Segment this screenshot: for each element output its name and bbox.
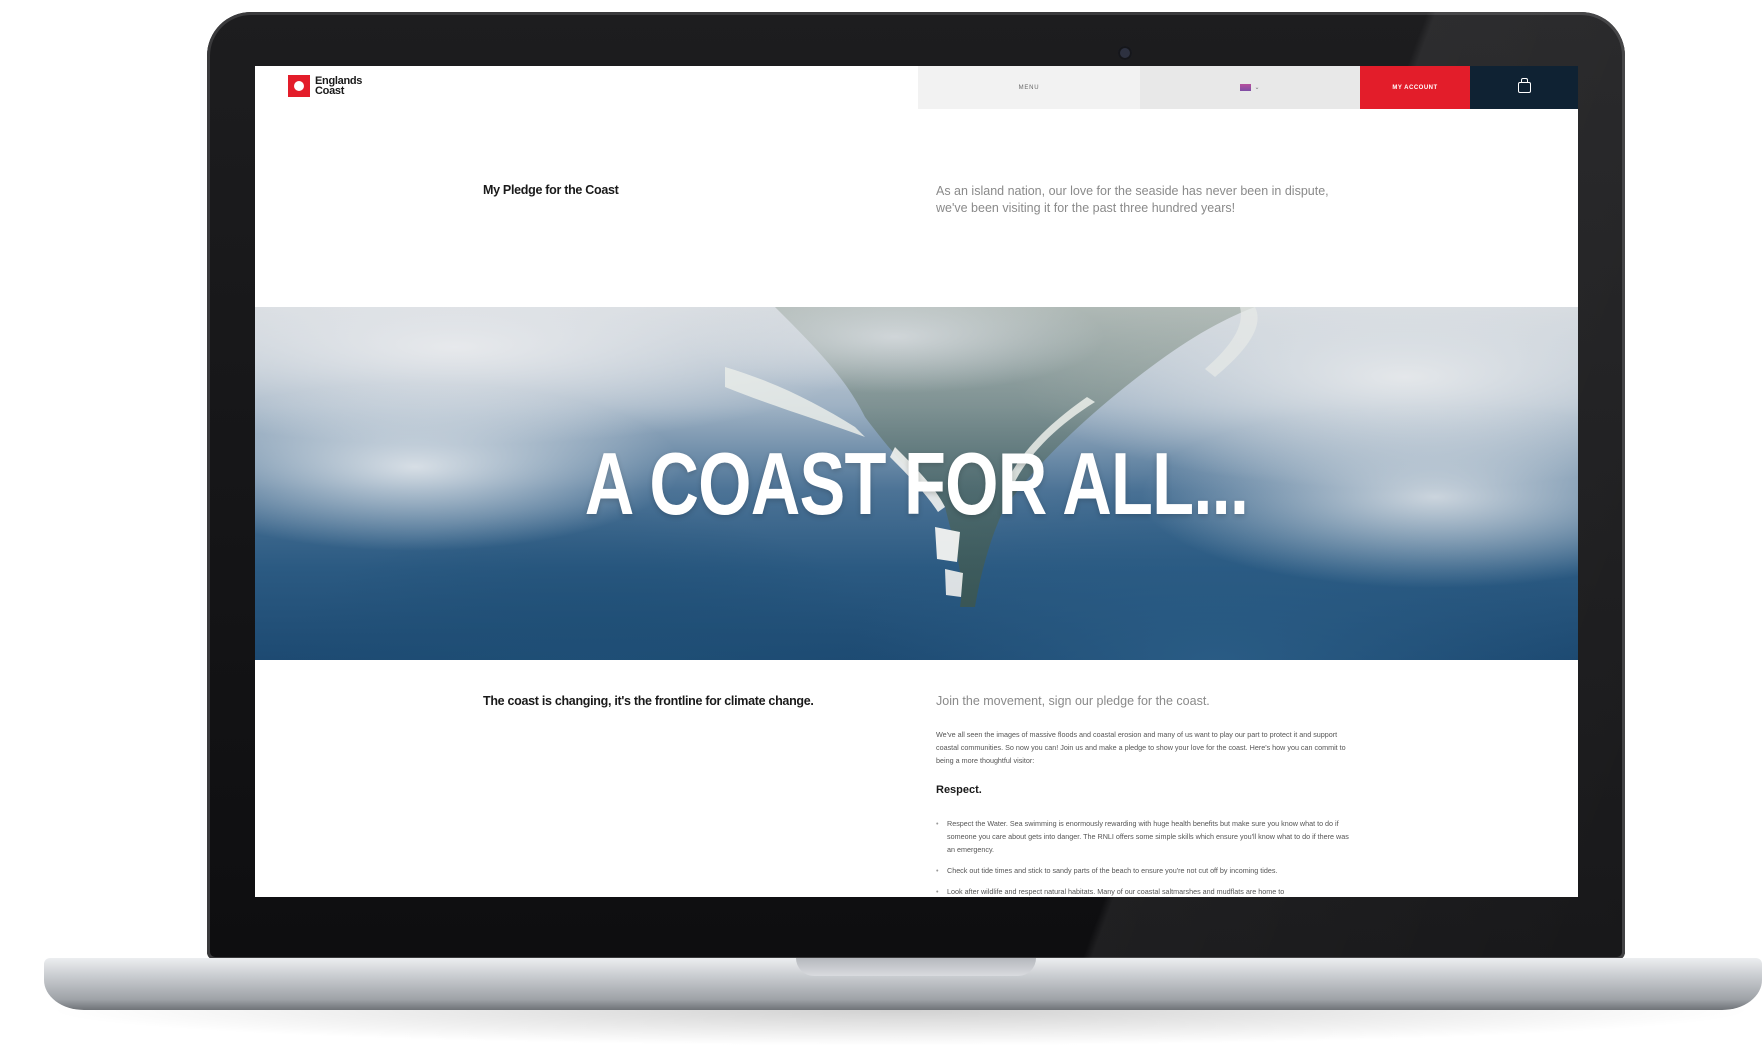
logo-text: Englands Coast	[315, 75, 363, 97]
laptop-base-notch	[796, 958, 1036, 976]
hero-title: A COAST FOR ALL...	[584, 434, 1249, 533]
list-item: Respect the Water. Sea swimming is enorm…	[936, 817, 1356, 856]
list-item: Check out tide times and stick to sandy …	[936, 864, 1356, 877]
site-logo[interactable]: Englands Coast	[288, 75, 375, 97]
logo-mark-icon	[288, 75, 310, 97]
section-lead: Join the movement, sign our pledge for t…	[936, 694, 1210, 708]
uk-flag-icon	[1240, 84, 1252, 91]
my-account-button[interactable]: MY ACCOUNT	[1360, 66, 1470, 109]
intro-title: My Pledge for the Coast	[483, 183, 619, 197]
basket-button[interactable]	[1470, 66, 1578, 109]
site-header: Englands Coast MENU ⌄ MY ACCOUNT	[255, 66, 1578, 109]
intro-text: As an island nation, our love for the se…	[936, 184, 1329, 215]
basket-icon	[1517, 78, 1531, 93]
chevron-down-icon: ⌄	[1254, 85, 1260, 91]
camera-icon	[1118, 46, 1132, 60]
hero-banner: A COAST FOR ALL...	[255, 307, 1578, 660]
laptop-shadow	[40, 1010, 1762, 1046]
nav-menu-button[interactable]: MENU	[918, 66, 1140, 109]
tips-list: Respect the Water. Sea swimming is enorm…	[936, 817, 1356, 897]
laptop-screen: Englands Coast MENU ⌄ MY ACCOUNT My Pled…	[255, 66, 1578, 897]
language-selector[interactable]: ⌄	[1140, 66, 1360, 109]
list-item: Look after wildlife and respect natural …	[936, 885, 1356, 897]
respect-title: Respect.	[936, 784, 982, 796]
section-title: The coast is changing, it's the frontlin…	[483, 694, 814, 708]
section-body: We've all seen the images of massive flo…	[936, 730, 1346, 765]
